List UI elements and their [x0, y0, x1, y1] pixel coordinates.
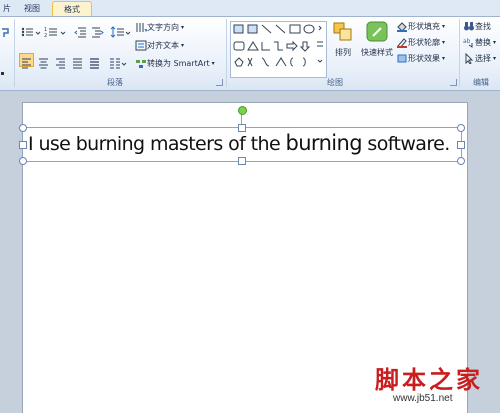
resize-handle-top-left[interactable]	[19, 124, 27, 132]
quick-styles-icon	[366, 21, 388, 42]
drawing-dialog-launcher[interactable]	[450, 79, 457, 86]
text-direction-icon	[136, 23, 147, 33]
arrange-icon	[333, 22, 352, 41]
group-separator	[459, 19, 460, 87]
find-label: 查找	[475, 22, 491, 31]
slide-text-part1: I use burning masters of the	[28, 133, 286, 155]
format-painter-icon[interactable]	[0, 23, 12, 37]
convert-smartart-label: 转换为 SmartArt	[147, 59, 210, 68]
slide-text-emphasis: burning	[285, 131, 362, 155]
quick-styles-label: 快速样式	[361, 48, 393, 57]
tab-partial[interactable]: 片	[2, 1, 12, 16]
find-button[interactable]: 查找	[463, 21, 491, 32]
dropdown-arrow-icon: ▾	[442, 23, 446, 30]
dropdown-arrow-icon: ▾	[181, 42, 185, 49]
align-text-label: 对齐文本	[147, 41, 179, 50]
resize-handle-bottom-right[interactable]	[457, 157, 465, 165]
dropdown-arrow-icon: ▾	[211, 60, 215, 67]
shape-effects-label: 形状效果	[408, 54, 440, 63]
shape-effects-button[interactable]: 形状效果 ▾	[396, 53, 445, 64]
resize-handle-top-right[interactable]	[457, 124, 465, 132]
font-dropdown-icon[interactable]	[0, 61, 6, 75]
slide-text-content[interactable]: I use burning masters of the burning sof…	[28, 131, 450, 155]
dropdown-arrow-icon: ▾	[493, 55, 497, 62]
shape-effects-icon	[397, 54, 407, 63]
dropdown-arrow-icon: ▾	[493, 39, 497, 46]
convert-smartart-button[interactable]: 转换为 SmartArt ▾	[135, 58, 215, 69]
numbering-button[interactable]: 12	[44, 23, 68, 39]
align-text-icon	[135, 40, 147, 51]
dropdown-arrow-icon: ▾	[442, 55, 446, 62]
editing-group-label: 编辑	[473, 78, 489, 87]
paint-bucket-icon	[397, 22, 407, 32]
align-right-button[interactable]	[54, 54, 67, 69]
shapes-gallery[interactable]	[230, 21, 327, 78]
tab-view[interactable]: 视图	[20, 1, 44, 16]
align-left-icon	[22, 58, 31, 69]
smartart-icon	[136, 60, 146, 68]
shape-fill-label: 形状填充	[408, 22, 440, 31]
columns-icon	[110, 58, 127, 69]
paragraph-dialog-launcher[interactable]	[216, 79, 223, 86]
svg-text:2: 2	[44, 33, 47, 38]
select-button[interactable]: 选择 ▾	[463, 53, 496, 64]
bullets-button[interactable]	[20, 23, 42, 37]
columns-button[interactable]	[109, 54, 127, 69]
slide-text-part2: software.	[361, 133, 450, 155]
ribbon-tab-strip: 片 视图 格式	[0, 0, 500, 17]
replace-button[interactable]: ab 替换 ▾	[463, 37, 496, 48]
justify-icon	[73, 58, 82, 69]
quick-styles-button[interactable]: 快速样式	[360, 21, 394, 58]
justify-button[interactable]	[71, 54, 84, 69]
watermark-name: 脚本之家	[375, 365, 483, 394]
arrange-button[interactable]: 排列	[330, 21, 356, 58]
resize-handle-bottom[interactable]	[238, 157, 246, 165]
increase-indent-icon[interactable]	[91, 23, 104, 38]
shape-outline-button[interactable]: 形状轮廓 ▾	[396, 37, 445, 48]
replace-label: 替换	[475, 38, 491, 47]
dropdown-arrow-icon: ▾	[181, 24, 185, 31]
tab-format[interactable]: 格式	[52, 1, 92, 16]
replace-icon: ab	[463, 38, 473, 48]
align-center-button[interactable]	[37, 54, 50, 69]
arrange-label: 排列	[335, 48, 351, 57]
text-direction-label: 文字方向	[147, 23, 179, 32]
group-separator	[14, 19, 15, 87]
shape-fill-button[interactable]: 形状填充 ▾	[396, 21, 445, 32]
align-center-icon	[39, 58, 48, 69]
select-label: 选择	[475, 54, 491, 63]
pen-icon	[397, 38, 407, 48]
site-watermark: 脚本之家 www.jb51.net	[375, 360, 483, 404]
resize-handle-left[interactable]	[19, 141, 27, 149]
rotation-handle[interactable]	[238, 106, 247, 115]
cursor-arrow-icon	[465, 53, 474, 64]
align-right-icon	[56, 58, 65, 69]
distributed-button[interactable]	[88, 54, 101, 69]
resize-handle-bottom-left[interactable]	[19, 157, 27, 165]
decrease-indent-icon[interactable]	[74, 23, 87, 38]
paragraph-group-label: 段落	[107, 78, 123, 87]
dropdown-arrow-icon: ▾	[442, 39, 446, 46]
svg-text:ab: ab	[463, 38, 471, 45]
distributed-icon	[90, 58, 99, 69]
line-spacing-button[interactable]	[110, 23, 132, 38]
group-separator	[226, 19, 227, 87]
align-text-button[interactable]: 对齐文本 ▾	[135, 40, 184, 51]
text-direction-button[interactable]: 文字方向 ▾	[135, 22, 184, 33]
resize-handle-right[interactable]	[457, 141, 465, 149]
shape-outline-label: 形状轮廓	[408, 38, 440, 47]
align-left-button[interactable]	[19, 53, 34, 69]
shapes-gallery-icons	[233, 24, 323, 67]
binoculars-icon	[464, 22, 474, 31]
ribbon: 12 文字方向 ▾ 对齐文本 ▾ 转换为 SmartArt ▾ 段落 排列 快速…	[0, 17, 500, 91]
drawing-group-label: 绘图	[327, 78, 343, 87]
